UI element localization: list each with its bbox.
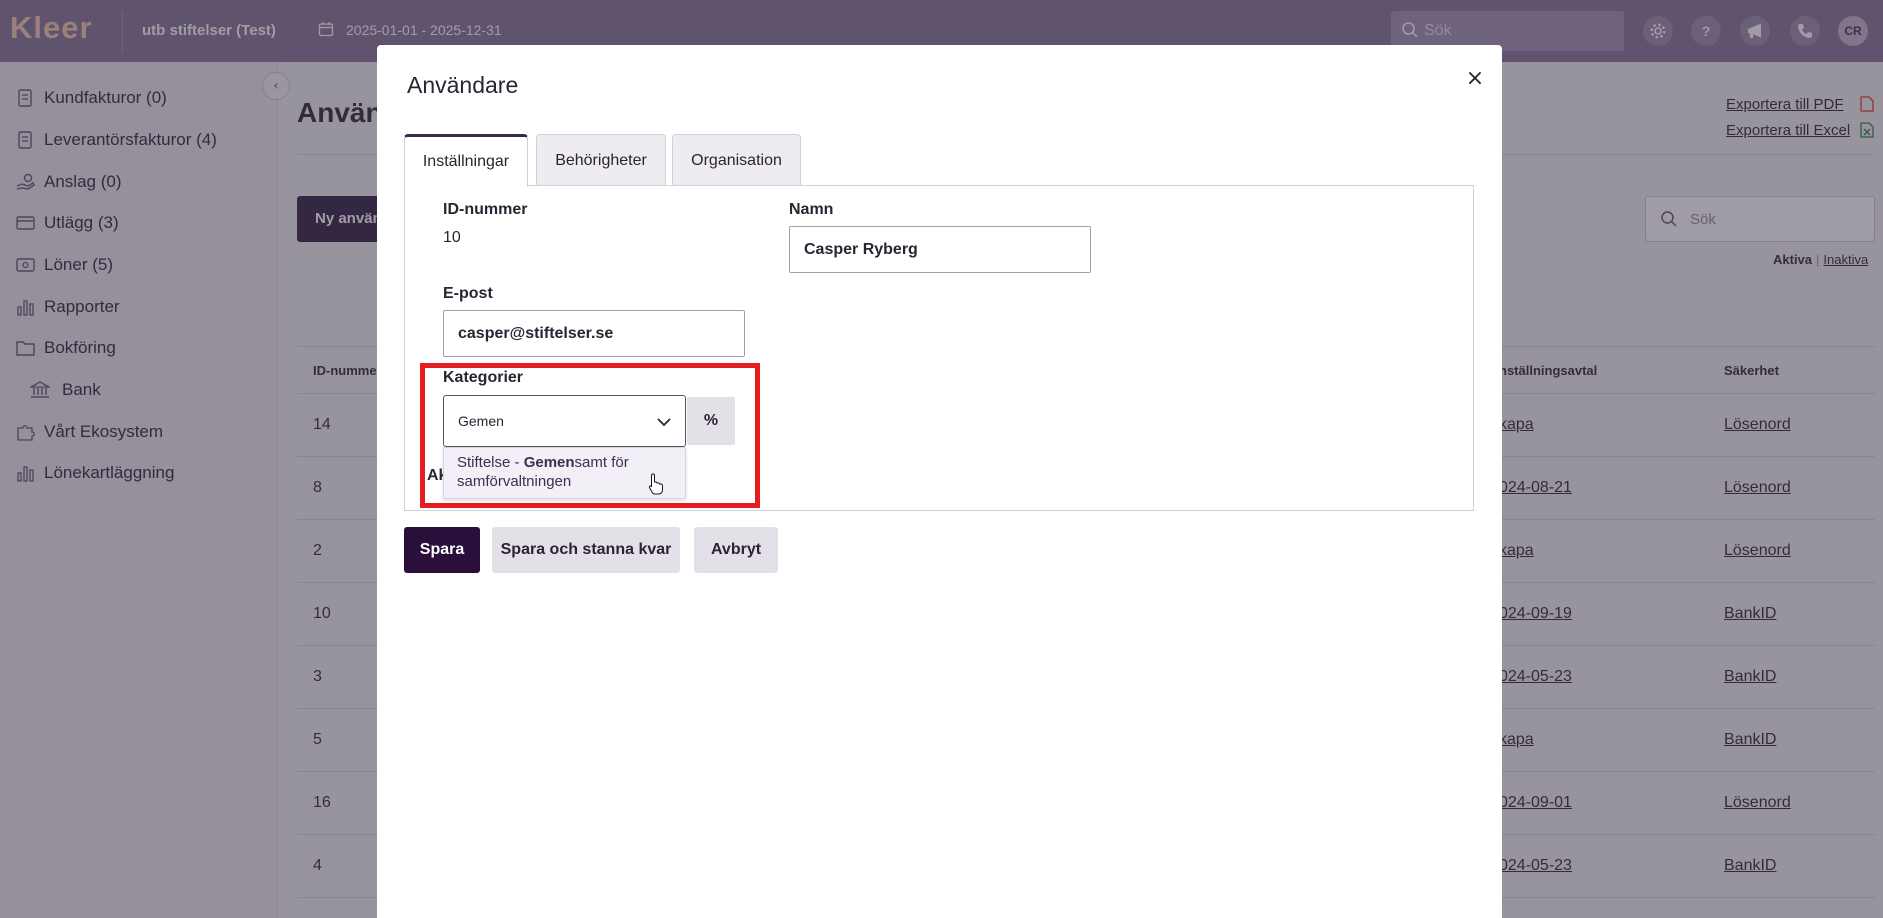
email-label: E-post	[443, 285, 493, 302]
save-and-stay-button[interactable]: Spara och stanna kvar	[492, 527, 680, 573]
close-button[interactable]: ×	[1460, 63, 1490, 93]
tab-behorigheter[interactable]: Behörigheter	[536, 134, 666, 186]
user-dialog: Användare × Inställningar Behörigheter O…	[377, 45, 1502, 918]
tab-installningar[interactable]: Inställningar	[404, 134, 528, 187]
name-field[interactable]: Casper Ryberg	[789, 226, 1091, 273]
close-icon: ×	[1465, 65, 1485, 91]
save-button[interactable]: Spara	[404, 527, 480, 573]
tab-organisation[interactable]: Organisation	[672, 134, 801, 186]
cancel-button[interactable]: Avbryt	[694, 527, 778, 573]
annotation-highlight-box	[420, 363, 760, 508]
email-field[interactable]: casper@stiftelser.se	[443, 310, 745, 357]
dialog-title: Användare	[407, 72, 519, 98]
name-label: Namn	[789, 201, 834, 218]
id-label: ID-nummer	[443, 201, 528, 218]
id-value: 10	[443, 229, 461, 246]
